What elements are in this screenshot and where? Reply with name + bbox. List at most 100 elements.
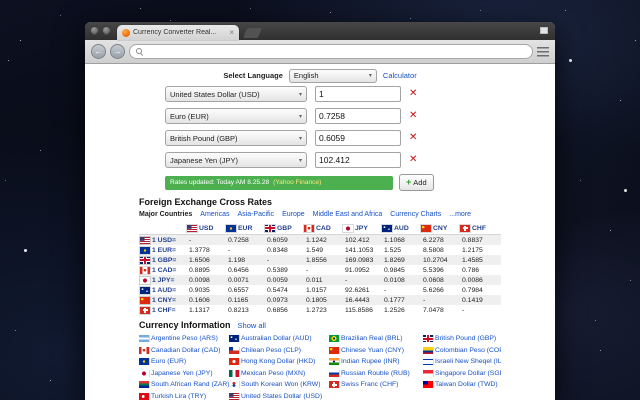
currency-link[interactable]: Singapore Dollar (SGD) xyxy=(423,369,501,377)
currency-link-label: Canadian Dollar (CAD) xyxy=(151,346,221,354)
currency-flag-icon xyxy=(460,224,470,232)
new-tab-button[interactable] xyxy=(242,28,263,38)
window-maximize-icon[interactable] xyxy=(540,27,548,34)
currency-link[interactable]: Swiss Franc (CHF) xyxy=(329,381,423,389)
rate-cell: 1.198 xyxy=(228,256,246,264)
currency-link[interactable]: Hong Kong Dollar (HKD) xyxy=(229,358,329,366)
currency-link[interactable]: Euro (EUR) xyxy=(139,358,229,366)
amount-input[interactable] xyxy=(315,86,401,102)
tab-close-icon[interactable]: × xyxy=(229,28,234,37)
currency-link[interactable]: Chinese Yuan (CNY) xyxy=(329,346,423,354)
back-button[interactable]: ← xyxy=(91,44,106,59)
currency-link-label: Singapore Dollar (SGD) xyxy=(435,369,501,377)
rate-cell: 1.1317 xyxy=(189,306,210,314)
browser-titlebar: Currency Converter Real... × xyxy=(85,22,555,40)
remove-currency-icon[interactable]: ✕ xyxy=(409,89,417,99)
currency-link[interactable]: Mexican Peso (MXN) xyxy=(229,369,329,377)
currency-link[interactable]: United States Dollar (USD) xyxy=(229,392,329,400)
rate-cell: 0.0086 xyxy=(462,276,483,284)
column-header: CNY xyxy=(421,224,460,232)
address-bar[interactable] xyxy=(129,44,533,59)
rate-cell: 1.2723 xyxy=(306,306,327,314)
currency-link[interactable]: Russian Rouble (RUB) xyxy=(329,369,423,377)
rate-cell: 1.2526 xyxy=(384,306,405,314)
cross-rates-tab[interactable]: Americas xyxy=(200,211,229,218)
currency-link[interactable]: Indian Rupee (INR) xyxy=(329,358,423,366)
tab-title: Currency Converter Real... xyxy=(133,29,217,36)
rate-cell: 0.1419 xyxy=(462,296,483,304)
currency-select[interactable]: United States Dollar (USD) ▾ xyxy=(165,86,307,102)
currency-flag-icon xyxy=(265,224,275,232)
rate-cell: 0.8348 xyxy=(267,246,288,254)
menu-icon[interactable] xyxy=(537,46,549,57)
rate-cell: 1.0157 xyxy=(306,286,327,294)
cross-rates-tab[interactable]: Major Countries xyxy=(139,211,192,218)
rate-cell: 10.2704 xyxy=(423,256,448,264)
currency-select-value: United States Dollar (USD) xyxy=(170,89,260,99)
currency-link[interactable]: Taiwan Dollar (TWD) xyxy=(423,381,501,389)
language-select[interactable]: English ▾ xyxy=(288,68,377,83)
converter-row: United States Dollar (USD) ▾ ✕ xyxy=(165,86,501,102)
currency-link[interactable]: South African Rand (ZAR) xyxy=(139,381,229,389)
currency-link-label: Argentine Peso (ARS) xyxy=(151,335,218,343)
amount-input[interactable] xyxy=(315,130,401,146)
currency-select[interactable]: British Pound (GBP) ▾ xyxy=(165,130,307,146)
currency-link[interactable]: South Korean Won (KRW) xyxy=(229,381,329,389)
currency-flag-icon xyxy=(229,358,239,366)
currency-link[interactable]: Chilean Peso (CLP) xyxy=(229,346,329,354)
currency-link[interactable]: Israeli New Sheqel (ILS) xyxy=(423,358,501,366)
amount-input[interactable] xyxy=(315,152,401,168)
add-currency-button[interactable]: + Add xyxy=(399,174,434,191)
remove-currency-icon[interactable]: ✕ xyxy=(409,111,417,121)
currency-link[interactable]: Colombian Peso (COP) xyxy=(423,346,501,354)
row-label-cell: 1 JPY= xyxy=(139,276,187,284)
table-row: 1 CAD= 0.8895 0.6456 0.5389 - 91.0952 0.… xyxy=(139,265,501,275)
currency-link[interactable]: British Pound (GBP) xyxy=(423,335,501,343)
currency-link[interactable]: Turkish Lira (TRY) xyxy=(139,392,229,400)
currency-link[interactable]: Brazilian Real (BRL) xyxy=(329,335,423,343)
currency-link[interactable]: Argentine Peso (ARS) xyxy=(139,335,229,343)
currency-flag-icon xyxy=(229,369,239,377)
rate-cell: 0.5389 xyxy=(267,266,288,274)
remove-currency-icon[interactable]: ✕ xyxy=(409,133,417,143)
column-header: USD xyxy=(187,224,226,232)
cross-rates-tab[interactable]: Europe xyxy=(282,211,305,218)
row-label: 1 CHF= xyxy=(152,306,176,314)
currency-flag-icon xyxy=(423,346,433,354)
chevron-down-icon: ▾ xyxy=(298,135,302,142)
cross-rates-tab[interactable]: Currency Charts xyxy=(390,211,441,218)
window-control-close-icon[interactable] xyxy=(90,26,99,35)
rates-updated-text: Rates updated: Today AM 8.25.28 xyxy=(170,178,270,186)
currency-select[interactable]: Euro (EUR) ▾ xyxy=(165,108,307,124)
column-header-code: EUR xyxy=(238,224,253,232)
cross-rates-tab[interactable]: Asia-Pacific xyxy=(237,211,274,218)
rate-cell: 8.5808 xyxy=(423,246,444,254)
rate-cell: - xyxy=(228,246,231,254)
currency-link[interactable]: Japanese Yen (JPY) xyxy=(139,369,229,377)
currency-flag-icon xyxy=(329,335,339,343)
rate-cell: 0.0059 xyxy=(267,276,288,284)
currency-link[interactable]: Australian Dollar (AUD) xyxy=(229,335,329,343)
amount-input[interactable] xyxy=(315,108,401,124)
rate-cell: 6.2278 xyxy=(423,236,444,244)
converter-row: Euro (EUR) ▾ ✕ xyxy=(165,108,501,124)
rates-row: Rates updated: Today AM 8.25.28 (Yahoo F… xyxy=(165,174,501,191)
currency-link-label: Brazilian Real (BRL) xyxy=(341,335,403,343)
show-all-link[interactable]: Show all xyxy=(238,321,266,330)
window-controls xyxy=(90,26,111,35)
currency-flag-icon xyxy=(139,358,149,366)
rate-cell: 1.525 xyxy=(384,246,402,254)
remove-currency-icon[interactable]: ✕ xyxy=(409,155,417,165)
currency-link-label: South African Rand (ZAR) xyxy=(151,381,229,389)
window-control-minimize-icon[interactable] xyxy=(102,26,111,35)
forward-button[interactable]: → xyxy=(110,44,125,59)
cross-rates-tab[interactable]: Middle East and Africa xyxy=(313,211,383,218)
rate-cell: 0.6557 xyxy=(228,286,249,294)
cross-rates-tab[interactable]: ...more xyxy=(449,211,471,218)
browser-tab[interactable]: Currency Converter Real... × xyxy=(117,25,239,40)
currency-link[interactable]: Canadian Dollar (CAD) xyxy=(139,346,229,354)
currency-info-grid: Argentine Peso (ARS) Australian Dollar (… xyxy=(139,333,501,400)
rate-cell: 0.0108 xyxy=(384,276,405,284)
currency-select[interactable]: Japanese Yen (JPY) ▾ xyxy=(165,152,307,168)
calculator-link[interactable]: Calculator xyxy=(383,71,417,80)
